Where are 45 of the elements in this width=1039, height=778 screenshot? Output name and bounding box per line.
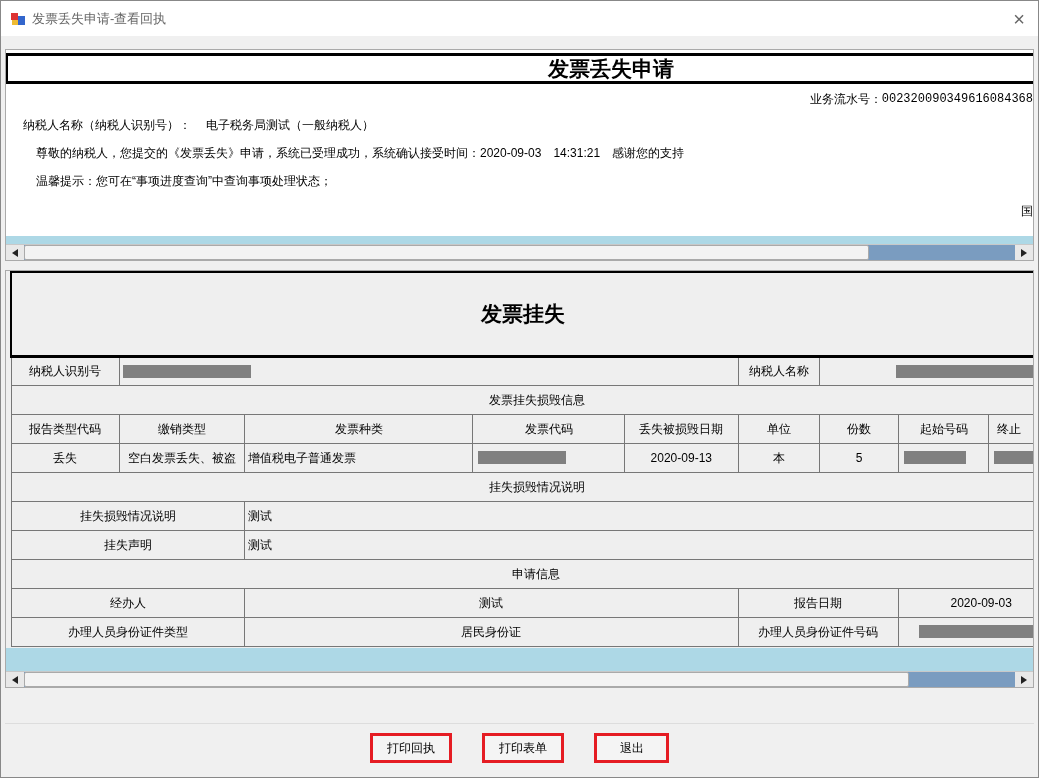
cut-text: 国 [1021, 203, 1033, 220]
table-cell: 挂失声明 [11, 530, 245, 559]
action-button[interactable]: 打印表单 [482, 732, 564, 763]
table-cell: 5 [819, 443, 899, 472]
receipt-text: 纳税人名称（纳税人识别号）： 电子税务局测试（一般纳税人） [22, 117, 376, 134]
column-header: 单位 [738, 414, 819, 443]
receipt-text: 尊敬的纳税人，您提交的《发票丢失》申请，系统已受理成功，系统确认接受时间：2020-09-03 14:31:21 感谢您的支持 [35, 145, 686, 162]
form-title: 发票挂失 [480, 301, 566, 327]
table-cell: 报告日期 [738, 588, 899, 617]
section-heading: 申请信息 [11, 559, 1033, 588]
table-cell: 增值税电子普通发票 [244, 443, 473, 472]
column-header: 起始号码 [899, 414, 989, 443]
table-cell: 2020-09-13 [624, 443, 738, 472]
table-cell: 居民身份证 [244, 617, 738, 646]
column-header: 份数 [819, 414, 899, 443]
action-button[interactable]: 退出 [594, 732, 669, 763]
table-cell: 经办人 [11, 588, 245, 617]
table-cell: 测试 [244, 588, 738, 617]
app-icon [10, 10, 26, 27]
horizontal-scrollbar[interactable] [6, 671, 1033, 687]
serial-number: 002320090349616084368 [881, 91, 1033, 108]
window-title: 发票丢失申请-查看回执 [32, 9, 167, 28]
scroll-thumb[interactable] [24, 245, 869, 260]
action-button[interactable]: 打印回执 [370, 732, 452, 763]
serial-label: 业务流水号： [809, 91, 882, 108]
table-cell: 丢失 [11, 443, 120, 472]
column-header: 缴销类型 [119, 414, 245, 443]
close-button[interactable]: × [1013, 8, 1025, 29]
horizontal-scrollbar[interactable] [6, 244, 1033, 260]
column-header: 丢失被损毁日期 [624, 414, 738, 443]
receipt-text: 温馨提示：您可在“事项进度查询”中查询事项处理状态； [35, 173, 333, 190]
table-cell: 空白发票丢失、被盗 [119, 443, 245, 472]
section-heading: 挂失损毁情况说明 [11, 472, 1033, 501]
table-cell: 本 [738, 443, 819, 472]
table-cell: 纳税人识别号 [11, 356, 120, 385]
scroll-thumb[interactable] [24, 672, 909, 687]
table-cell: 挂失损毁情况说明 [11, 501, 245, 530]
column-header: 报告类型代码 [11, 414, 120, 443]
column-header: 发票代码 [472, 414, 625, 443]
table-cell: 办理人员身份证件类型 [11, 617, 245, 646]
column-header: 发票种类 [244, 414, 473, 443]
section-heading: 发票挂失损毁信息 [11, 385, 1033, 414]
table-cell: 办理人员身份证件号码 [738, 617, 899, 646]
table-cell: 纳税人名称 [738, 356, 819, 385]
receipt-title: 发票丢失申请 [547, 55, 674, 82]
